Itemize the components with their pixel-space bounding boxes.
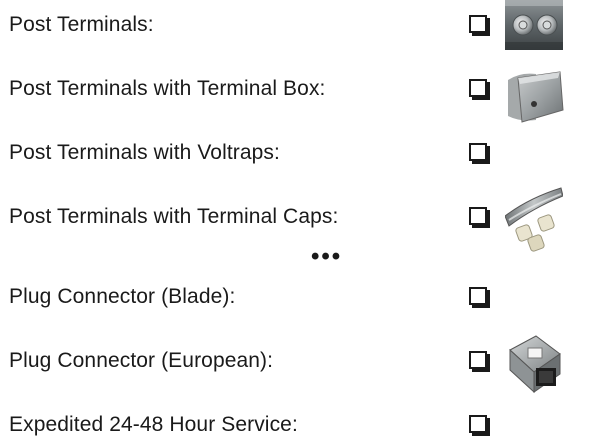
option-label-plug-european: Plug Connector (European): — [9, 349, 274, 372]
option-label-voltraps: Post Terminals with Voltraps: — [9, 141, 280, 164]
checkbox-voltraps[interactable] — [469, 143, 487, 161]
european-plug-photo — [509, 335, 561, 394]
terminal-box-photo — [508, 71, 564, 123]
option-label-terminal-caps: Post Terminals with Terminal Caps: — [9, 205, 339, 228]
terminal-caps-photo — [505, 187, 563, 252]
checkbox-post-terminals[interactable] — [469, 15, 487, 33]
checkbox-terminal-box[interactable] — [469, 79, 487, 97]
post-terminals-photo — [505, 0, 563, 50]
option-label-expedited-service: Expedited 24-48 Hour Service: — [9, 413, 298, 436]
checkbox-plug-blade[interactable] — [469, 287, 487, 305]
option-label-terminal-box: Post Terminals with Terminal Box: — [9, 77, 326, 100]
section-separator-dots: ••• — [311, 243, 343, 270]
checkbox-plug-european[interactable] — [469, 351, 487, 369]
checkbox-terminal-caps[interactable] — [469, 207, 487, 225]
option-label-plug-blade: Plug Connector (Blade): — [9, 285, 236, 308]
checkbox-expedited-service[interactable] — [469, 415, 487, 433]
option-label-post-terminals: Post Terminals: — [9, 13, 154, 36]
